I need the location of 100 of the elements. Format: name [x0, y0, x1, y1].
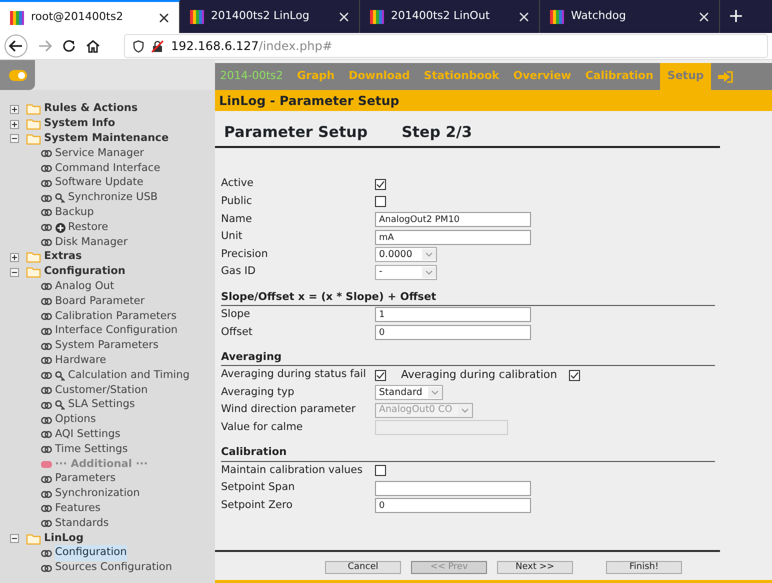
text-field[interactable]: 0 — [375, 324, 531, 340]
toggle-icon[interactable] — [8, 70, 26, 80]
text-field[interactable]: 0 — [375, 498, 531, 514]
sidebar-link[interactable]: Calculation and Timing — [68, 368, 190, 384]
section-heading: Slope/Offset x = (x * Slope) + Offset — [221, 290, 715, 306]
sidebar-link[interactable]: Time Settings — [55, 442, 128, 458]
link-icon — [41, 431, 52, 438]
section-label: ··· Additional ··· — [55, 456, 148, 472]
sidebar-link[interactable]: Service Manager — [55, 146, 144, 162]
link-icon — [41, 357, 52, 364]
text-field[interactable]: 1 — [375, 307, 531, 322]
collapse-icon[interactable] — [10, 268, 19, 277]
sidebar-link[interactable]: Features — [55, 500, 101, 517]
insecure-lock-icon[interactable] — [151, 40, 164, 52]
key-icon — [55, 400, 66, 410]
checkbox[interactable] — [375, 196, 386, 208]
checkbox[interactable] — [375, 370, 386, 381]
folder-label[interactable]: Extras — [44, 249, 82, 266]
field-label: Maintain calibration values — [221, 462, 364, 478]
sidebar-link[interactable]: System Parameters — [55, 338, 159, 354]
folder-label[interactable]: Configuration — [44, 264, 126, 280]
home-icon[interactable] — [86, 39, 100, 53]
new-tab-icon[interactable] — [730, 10, 742, 22]
key-icon — [55, 193, 66, 204]
link-icon — [41, 150, 52, 158]
checkbox[interactable] — [375, 464, 386, 476]
link-icon — [41, 313, 52, 320]
wizard-button[interactable]: Next >> — [497, 561, 573, 574]
expand-icon[interactable] — [10, 252, 19, 262]
page-header: LinLog - Parameter Setup — [215, 90, 772, 111]
folder-label[interactable]: Rules & Actions — [44, 101, 138, 118]
link-icon — [41, 209, 52, 216]
collapse-icon[interactable] — [10, 134, 19, 144]
field-label: Active — [221, 176, 254, 192]
field-label: Averaging typ — [221, 384, 296, 400]
sidebar-link[interactable]: Standards — [55, 516, 109, 532]
sidebar-link[interactable]: Synchronization — [55, 486, 140, 502]
sidebar-link[interactable]: Hardware — [55, 353, 106, 369]
sidebar-link[interactable]: Board Parameter — [55, 294, 145, 310]
link-icon — [41, 505, 52, 512]
sidebar-link[interactable]: Configuration — [55, 545, 127, 562]
link-icon — [41, 194, 52, 202]
dropdown[interactable]: Standard — [375, 385, 444, 400]
address-bar[interactable]: 192.168.6.127/index.php# — [124, 34, 768, 58]
sidebar-link[interactable]: SLA Settings — [68, 397, 135, 414]
url-path: /index.php# — [258, 38, 332, 55]
sidebar-link[interactable]: Customer/Station — [55, 382, 148, 398]
link-icon — [41, 550, 52, 557]
folder-label[interactable]: System Maintenance — [44, 131, 169, 147]
field-label: Unit — [221, 229, 244, 244]
checkbox[interactable] — [375, 178, 386, 190]
sidebar-link[interactable]: Command Interface — [55, 160, 160, 177]
link-icon — [41, 520, 52, 528]
folder-icon — [26, 103, 41, 116]
expand-icon[interactable] — [10, 104, 19, 114]
link-icon — [41, 283, 52, 290]
text-field[interactable] — [375, 480, 531, 496]
link-icon — [41, 298, 52, 306]
sidebar-link[interactable]: AQI Settings — [55, 426, 120, 443]
text-field[interactable]: mA — [375, 230, 531, 245]
reload-icon[interactable] — [62, 39, 76, 53]
dropdown[interactable]: - — [375, 264, 437, 280]
field-label: Averaging during status fail — [221, 367, 368, 382]
link-icon — [41, 564, 52, 572]
shield-icon[interactable] — [133, 40, 144, 52]
sidebar-link[interactable]: Software Update — [55, 175, 144, 192]
sidebar-link[interactable]: Synchronize USB — [68, 190, 158, 206]
sidebar-link[interactable]: Interface Configuration — [55, 323, 178, 340]
wizard-button[interactable]: Finish! — [606, 561, 682, 574]
sidebar-link[interactable]: Sources Configuration — [55, 560, 172, 576]
sidebar-link[interactable]: Calibration Parameters — [55, 308, 177, 324]
folder-label[interactable]: LinLog — [44, 530, 84, 546]
wizard-button[interactable]: Cancel — [325, 561, 401, 574]
sidebar-link[interactable]: Backup — [55, 205, 94, 221]
folder-label[interactable]: System Info — [44, 116, 116, 132]
field-label: Precision — [221, 246, 269, 262]
section-heading: Calibration — [221, 446, 715, 462]
text-field[interactable]: AnalogOut2 PM10 — [375, 212, 531, 227]
page-title: Parameter Setup — [224, 122, 368, 143]
sidebar-link[interactable]: Parameters — [55, 471, 116, 488]
checkbox[interactable] — [569, 370, 580, 381]
browser-tab[interactable]: root@201400ts2 — [0, 0, 180, 33]
link-icon — [41, 328, 52, 335]
link-icon — [41, 387, 52, 394]
link-icon — [41, 402, 52, 409]
link-icon — [41, 416, 52, 424]
folder-icon — [26, 118, 41, 130]
sidebar-link[interactable]: Options — [55, 412, 96, 428]
link-icon — [41, 372, 52, 380]
link-icon — [41, 476, 52, 483]
back-icon[interactable] — [4, 34, 28, 58]
folder-icon — [26, 532, 41, 544]
dropdown[interactable]: 0.0000 — [375, 247, 437, 262]
expand-icon[interactable] — [10, 120, 19, 129]
collapse-icon[interactable] — [10, 534, 19, 543]
sidebar-link[interactable]: Analog Out — [55, 279, 114, 295]
sidebar-link[interactable]: Restore — [68, 220, 108, 236]
close-icon[interactable] — [159, 12, 169, 22]
sidebar-link[interactable]: Disk Manager — [55, 234, 128, 251]
link-icon — [41, 224, 52, 232]
